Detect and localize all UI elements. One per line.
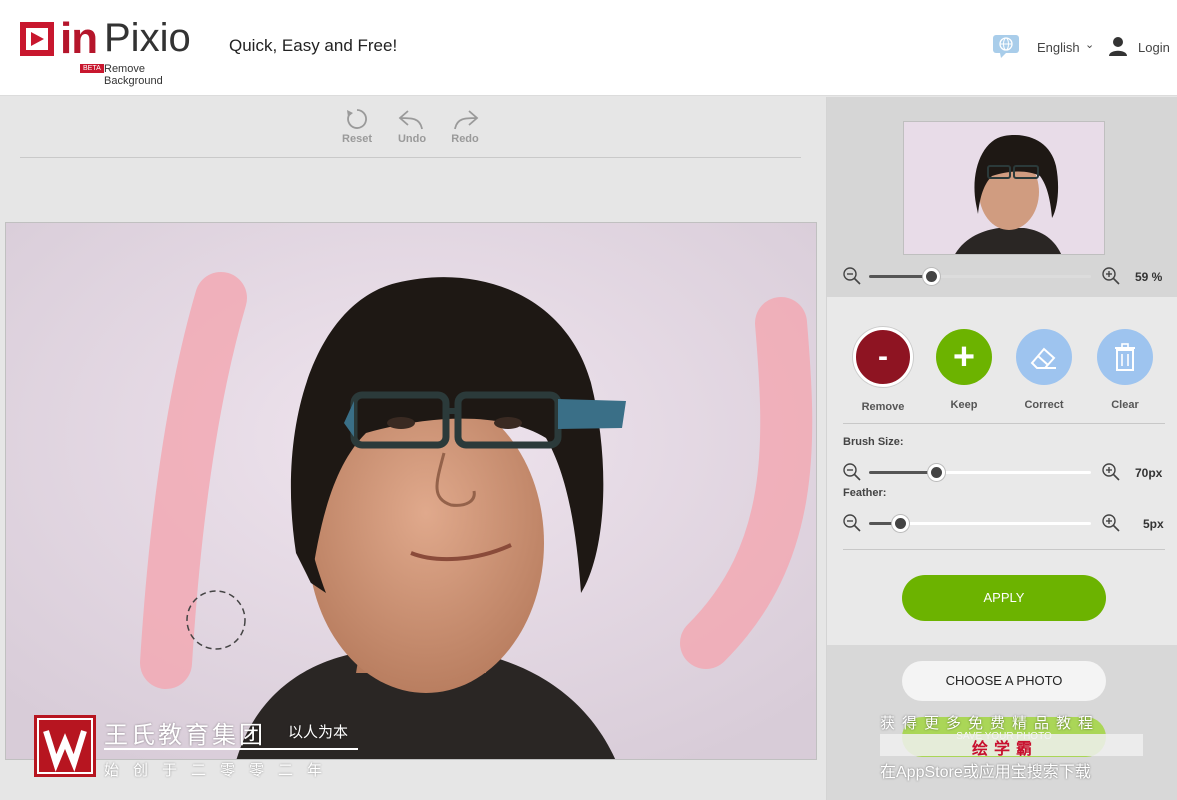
brush-size-knob[interactable] xyxy=(927,464,945,481)
undo-icon xyxy=(398,110,423,130)
reset-label: Reset xyxy=(342,133,372,145)
keep-mode-label: Keep xyxy=(950,399,978,411)
editing-canvas[interactable] xyxy=(5,222,817,760)
redo-button[interactable]: Redo xyxy=(442,107,488,145)
redo-icon xyxy=(454,110,479,130)
watermark-title: 王氏教育集团 xyxy=(104,722,266,749)
preview-section: 59 % xyxy=(827,97,1177,297)
logo-pixio-text: Pixio xyxy=(104,16,191,60)
photo-image xyxy=(6,223,816,759)
feather-increase-icon[interactable] xyxy=(1102,514,1120,532)
logo-subtitle: Remove Background xyxy=(104,63,163,87)
keep-mode-button[interactable]: + Keep xyxy=(932,327,996,411)
feather-knob[interactable] xyxy=(892,515,910,532)
logo-play-icon xyxy=(20,22,54,56)
zoom-slider-knob[interactable] xyxy=(923,268,941,285)
brush-modes: - Remove + Keep Correct Clear xyxy=(827,317,1177,417)
watermark-tutorial-text: 获得更多免费精品教程 xyxy=(880,715,1101,732)
clear-mode-label: Clear xyxy=(1111,399,1139,411)
redo-label: Redo xyxy=(451,133,479,145)
chevron-down-icon[interactable]: ⌄ xyxy=(1085,38,1094,51)
watermark-subtitle: 始创于二零零二年 xyxy=(104,762,337,779)
undo-label: Undo xyxy=(397,133,427,145)
brush-size-fill xyxy=(869,471,936,474)
watermark-download-text: 在AppStore或应用宝搜索下载 xyxy=(880,764,1091,781)
watermark-left: 王氏教育集团 以人为本 始创于二零零二年 xyxy=(34,715,374,785)
minus-icon: - xyxy=(853,327,913,387)
plus-icon: + xyxy=(936,329,992,385)
toolbar-divider xyxy=(20,157,801,158)
brush-size-value: 70px xyxy=(1135,466,1163,480)
watermark-logo xyxy=(34,715,96,777)
divider xyxy=(843,423,1165,424)
zoom-in-icon[interactable] xyxy=(1102,267,1120,285)
brush-size-slider[interactable] xyxy=(869,464,1091,481)
reset-button[interactable]: Reset xyxy=(334,107,380,145)
watermark-line xyxy=(104,748,358,750)
watermark-right: 获得更多免费精品教程 绘学霸 在AppStore或应用宝搜索下载 xyxy=(880,710,1160,790)
eraser-icon xyxy=(1016,329,1072,385)
logo-in-text: in xyxy=(60,14,98,63)
editor-toolbar: Reset Undo Redo xyxy=(0,97,826,217)
trash-icon xyxy=(1097,329,1153,385)
globe-chat-icon[interactable] xyxy=(992,34,1022,58)
thumbnail-image xyxy=(904,122,1104,254)
feather-decrease-icon[interactable] xyxy=(843,514,861,532)
divider xyxy=(843,549,1165,550)
user-icon[interactable] xyxy=(1108,36,1128,56)
preview-thumbnail xyxy=(903,121,1105,255)
feather-value: 5px xyxy=(1143,517,1164,531)
feather-label: Feather: xyxy=(843,487,887,499)
brush-decrease-icon[interactable] xyxy=(843,463,861,481)
inpixio-logo[interactable]: in Pixio BETA Remove Background xyxy=(20,14,205,87)
beta-badge: BETA xyxy=(80,64,104,73)
clear-mode-button[interactable]: Clear xyxy=(1093,327,1157,411)
undo-button[interactable]: Undo xyxy=(389,107,435,145)
header: in Pixio BETA Remove Background Quick, E… xyxy=(0,0,1177,96)
remove-mode-button[interactable]: - Remove xyxy=(851,327,915,413)
language-select[interactable]: English xyxy=(1037,40,1080,55)
watermark-motto: 以人为本 xyxy=(288,724,349,741)
zoom-out-icon[interactable] xyxy=(843,267,861,285)
remove-mode-label: Remove xyxy=(861,401,905,413)
reset-icon xyxy=(347,109,367,129)
zoom-slider-fill xyxy=(869,275,932,278)
feather-slider[interactable] xyxy=(869,515,1091,532)
login-link[interactable]: Login xyxy=(1138,40,1170,55)
correct-mode-label: Correct xyxy=(1024,399,1064,411)
brush-increase-icon[interactable] xyxy=(1102,463,1120,481)
side-panel: 59 % - Remove + Keep Correct Clear Brush… xyxy=(826,97,1177,800)
choose-photo-button[interactable]: CHOOSE A PHOTO xyxy=(902,661,1106,701)
zoom-value: 59 % xyxy=(1135,270,1163,284)
apply-button[interactable]: APPLY xyxy=(902,575,1106,621)
tagline: Quick, Easy and Free! xyxy=(229,36,398,55)
correct-mode-button[interactable]: Correct xyxy=(1012,327,1076,411)
brush-size-label: Brush Size: xyxy=(843,436,904,448)
watermark-brand: 绘学霸 xyxy=(972,741,1039,758)
zoom-slider[interactable] xyxy=(869,268,1091,285)
